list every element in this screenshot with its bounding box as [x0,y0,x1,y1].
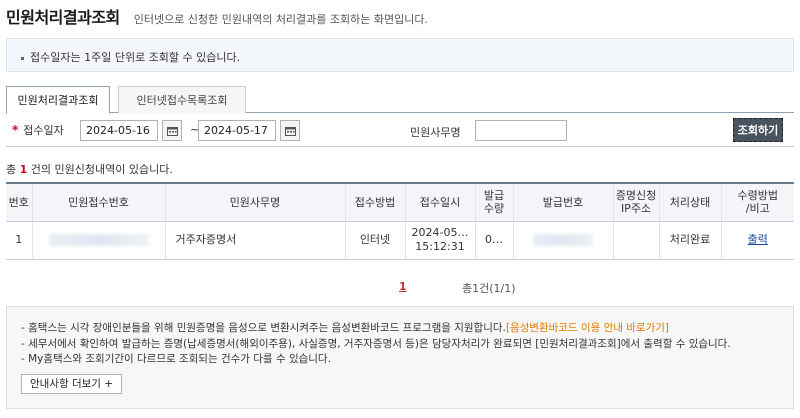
page-header: 민원처리결과조회 인터넷으로 신청한 민원내역의 처리결과를 조회하는 화면입니… [6,4,428,28]
cell-no: 1 [6,221,32,260]
date-label: 접수일자 [23,123,64,137]
guide-line-1: - 홈택스는 시각 장애인분들을 위해 민원증명을 음성으로 변환시켜주는 음성… [21,321,779,337]
col-header-receipt-no: 민원접수번호 [31,182,165,222]
cell-issue-no [512,221,613,260]
cell-receipt-no [31,221,165,260]
calendar-from-button[interactable] [162,120,182,141]
page-link-1[interactable]: 1 [399,280,407,293]
required-mark: * [12,122,19,137]
cell-qty: 0… [474,221,513,260]
voice-barcode-link[interactable]: [음성변환바코드 이용 안내 바로가기] [506,322,669,334]
more-guide-button[interactable]: 안내사항 더보기 + [21,373,123,394]
date-to-input[interactable] [198,120,276,141]
col-header-no: 번호 [6,182,32,222]
search-form: * 접수일자 ~ 민원사무명 조회하기 [6,113,794,147]
cell-date-line2: 15:12:31 [415,240,465,253]
guide-line-3: - My홈택스와 조회기간이 다르므로 조회되는 건수가 다를 수 있습니다. [21,353,331,365]
calendar-to-button[interactable] [280,120,300,141]
col-header-date: 접수일시 [404,182,475,222]
notice-box: 접수일자는 1주일 단위로 조회할 수 있습니다. [6,38,794,72]
results-table: 번호 민원접수번호 민원사무명 접수방법 접수일시 발급 수량 발급번호 증명신… [6,182,794,260]
tab-result-inquiry[interactable]: 민원처리결과조회 [6,86,110,114]
cell-ip [612,221,659,260]
bullet-icon [21,56,24,60]
redacted-issue-no [533,234,593,246]
cell-date-line1: 2024-05… [411,226,469,239]
cell-office-name: 거주자증명서 [164,221,345,260]
page-description: 인터넷으로 신청한 민원내역의 처리결과를 조회하는 화면입니다. [133,13,428,26]
col-header-issue-no: 발급번호 [512,182,613,222]
tab-internet-receipt-list[interactable]: 인터넷접수목록조회 [118,86,246,113]
calendar-icon [284,126,296,136]
count-prefix: 총 [6,163,20,176]
table-row: 1 거주자증명서 인터넷 2024-05… 15:12:31 0… 처리완료 출… [6,221,794,260]
redacted-receipt-no [48,234,149,246]
office-name-label: 민원사무명 [410,126,461,139]
col-header-office-name: 민원사무명 [164,182,345,222]
cell-date: 2024-05… 15:12:31 [404,221,475,260]
col-header-qty: 발급 수량 [474,182,513,222]
result-count: 총 1 건의 민원신청내역이 있습니다. [6,161,173,177]
cell-status: 처리완료 [658,221,721,260]
cell-method: 인터넷 [344,221,405,260]
notice-text: 접수일자는 1주일 단위로 조회할 수 있습니다. [30,51,241,64]
col-header-delivery: 수령방법 /비고 [720,182,794,222]
cell-action: 출력 [720,221,794,260]
office-name-input[interactable] [475,120,567,141]
guide-line-1-text: - 홈택스는 시각 장애인분들을 위해 민원증명을 음성으로 변환시켜주는 음성… [21,322,506,334]
date-from-input[interactable] [80,120,158,141]
col-header-status: 처리상태 [658,182,721,222]
table-header-row: 번호 민원접수번호 민원사무명 접수방법 접수일시 발급 수량 발급번호 증명신… [6,182,794,222]
page-title: 민원처리결과조회 [6,8,120,27]
col-header-method: 접수방법 [344,182,405,222]
page-total: 총1건(1/1) [462,282,516,295]
col-header-ip: 증명신청 IP주소 [612,182,659,222]
guide-box: - 홈택스는 시각 장애인분들을 위해 민원증명을 음성으로 변환시켜주는 음성… [6,306,794,409]
tab-bar: 민원처리결과조회 인터넷접수목록조회 [6,86,794,114]
count-suffix: 건의 민원신청내역이 있습니다. [27,163,173,176]
guide-line-2: - 세무서에서 확인하여 발급하는 증명(납세증명서(해외이주용), 사실증명,… [21,337,731,350]
calendar-icon [166,126,178,136]
search-button[interactable]: 조회하기 [733,118,783,142]
print-link[interactable]: 출력 [748,233,768,246]
pagination: 1 총1건(1/1) [0,280,800,295]
